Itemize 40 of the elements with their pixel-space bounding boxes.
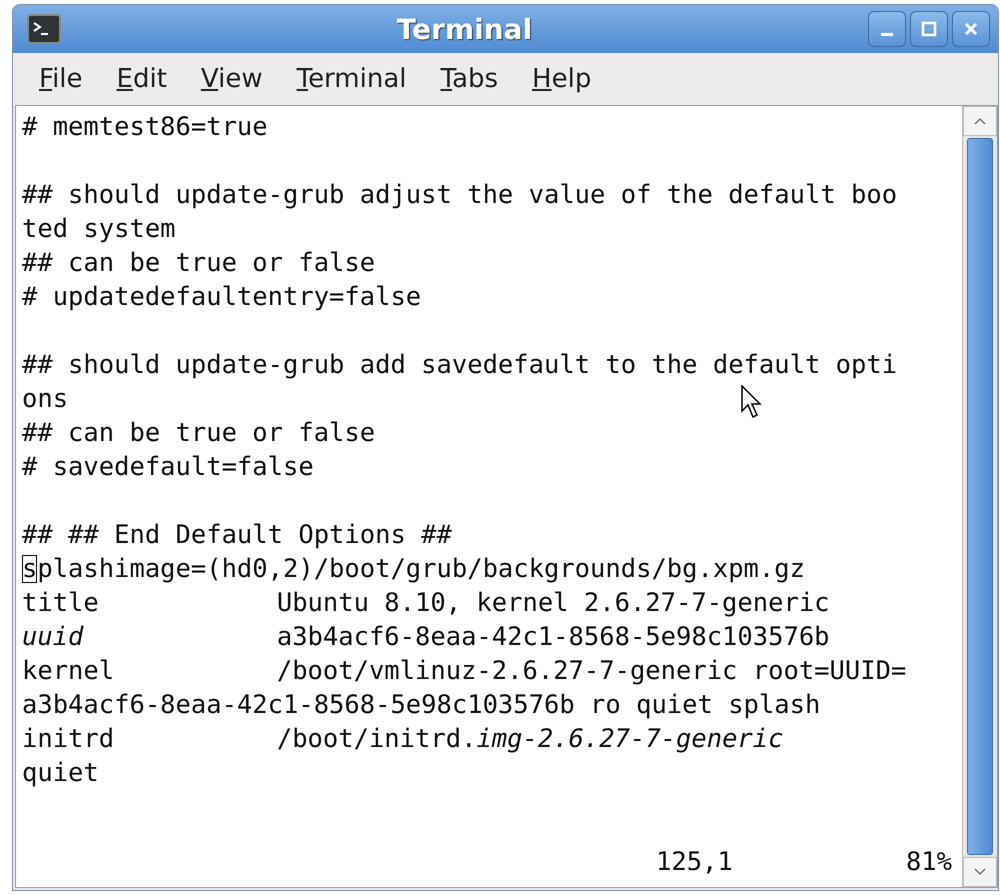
scrollbar-thumb[interactable] xyxy=(967,138,993,855)
config-key: initrd xyxy=(22,722,277,756)
menu-item[interactable]: View xyxy=(198,62,265,96)
menu-item[interactable]: Edit xyxy=(114,62,169,96)
close-button[interactable] xyxy=(952,11,990,47)
terminal-line: ## can be true or false xyxy=(22,248,376,278)
menu-item[interactable]: Help xyxy=(530,62,594,96)
config-value: Ubuntu 8.10, kernel 2.6.27-7-generic xyxy=(276,588,830,618)
scrollbar[interactable] xyxy=(962,106,997,887)
terminal-line: ## should update-grub adjust the value of the default boo xyxy=(22,180,898,210)
chevron-up-icon xyxy=(974,117,986,125)
config-value: /boot/vmlinuz-2.6.27-7-generic root=UUID= xyxy=(276,656,906,686)
terminal-line: # memtest86=true xyxy=(22,112,268,142)
terminal-icon xyxy=(27,14,61,44)
menu-item[interactable]: Tabs xyxy=(438,62,500,96)
chevron-down-icon xyxy=(974,868,986,876)
terminal-line: quiet xyxy=(22,758,99,788)
minimize-button[interactable] xyxy=(868,11,906,47)
terminal-line: a3b4acf6-8eaa-42c1-8568-5e98c103576b ro quiet splash xyxy=(22,690,820,720)
maximize-button[interactable] xyxy=(910,11,948,47)
terminal-line: ted system xyxy=(22,214,176,244)
config-key: title xyxy=(22,586,277,620)
menu-item[interactable]: Terminal xyxy=(294,62,408,96)
maximize-icon xyxy=(919,19,939,39)
terminal-line: ## ## End Default Options ## xyxy=(22,520,452,550)
config-key: kernel xyxy=(22,654,277,688)
mouse-pointer-icon xyxy=(741,385,763,419)
config-key: uuid xyxy=(22,620,277,654)
terminal-line: ons xyxy=(22,384,68,414)
config-value: /boot/initrd.img-2.6.27-7-generic xyxy=(276,724,784,754)
window-title: Terminal xyxy=(396,12,534,46)
terminal-line: # updatedefaultentry=false xyxy=(22,282,422,312)
menu-item[interactable]: File xyxy=(37,62,85,96)
minimize-icon xyxy=(881,32,893,36)
terminal-line: # savedefault=false xyxy=(22,452,314,482)
scroll-percent: 81% xyxy=(906,846,952,879)
terminal-line: ## should update-grub add savedefault to the default opti xyxy=(22,350,898,380)
config-value: a3b4acf6-8eaa-42c1-8568-5e98c103576b xyxy=(276,622,830,652)
cursor-position: 125,1 xyxy=(656,846,733,879)
terminal-line: ## can be true or false xyxy=(22,418,376,448)
